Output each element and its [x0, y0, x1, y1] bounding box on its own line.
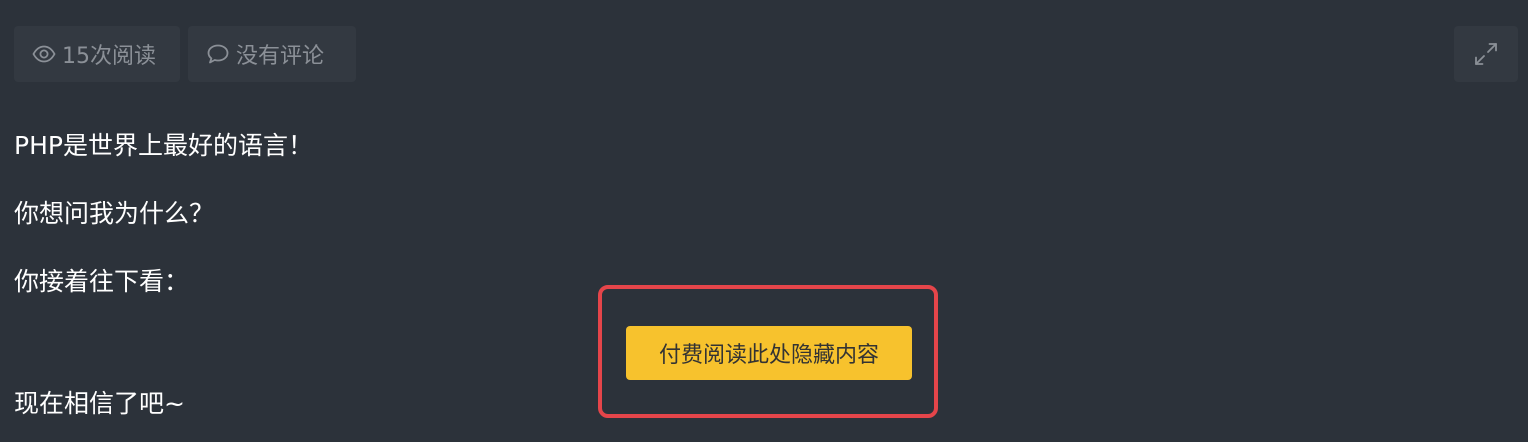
article-paragraph: 现在相信了吧~: [14, 389, 185, 418]
comment-bubble-icon: [207, 44, 229, 64]
pay-to-read-button[interactable]: 付费阅读此处隐藏内容: [626, 326, 912, 380]
comments-count-label: 没有评论: [236, 44, 325, 69]
article-paragraph: 你接着往下看：: [14, 267, 190, 296]
article-paragraph: 你想问我为什么？: [14, 199, 215, 228]
article-paragraph: PHP是世界上最好的语言！: [14, 131, 313, 160]
views-button[interactable]: 15次阅读: [14, 26, 180, 82]
comments-button[interactable]: 没有评论: [188, 26, 356, 82]
expand-button[interactable]: [1454, 26, 1518, 82]
eye-icon: [32, 45, 56, 63]
views-count-label: 15次阅读: [62, 44, 156, 69]
expand-arrows-icon: [1475, 43, 1497, 65]
